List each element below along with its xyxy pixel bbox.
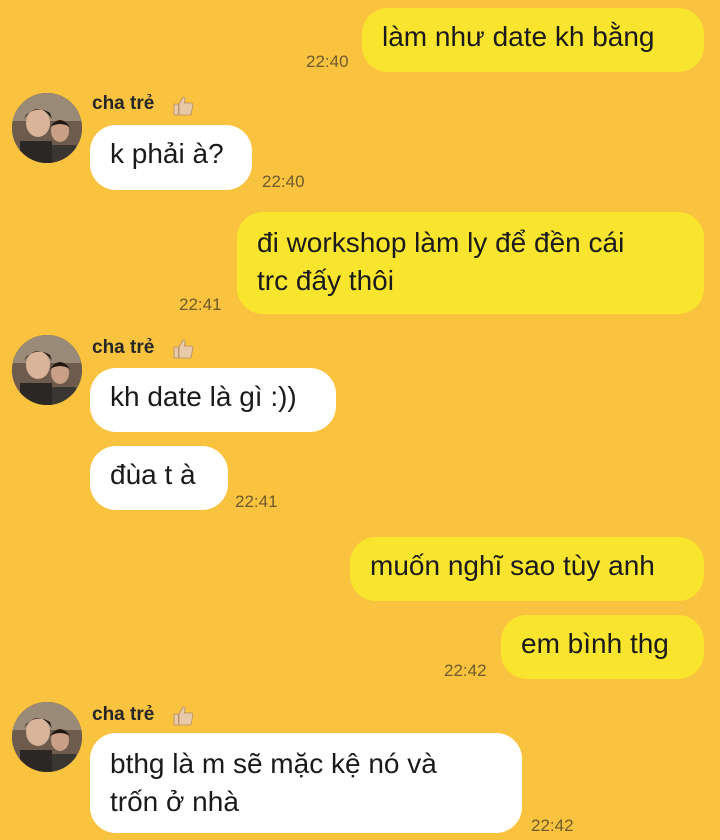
sender-name: cha trẻ [92,93,155,114]
avatar-photo [12,335,82,405]
received-message[interactable]: đùa t à [90,446,228,510]
message-line: đi workshop làm ly để đền cái [257,227,625,258]
sent-message[interactable]: em bình thg [501,615,704,679]
thumbs-up-icon [173,96,194,116]
message-line: bthg là m sẽ mặc kệ nó và [110,748,437,779]
avatar[interactable] [12,702,82,772]
avatar-photo [12,93,82,163]
sender-name: cha trẻ [92,704,155,725]
thumbs-up-icon [173,339,194,359]
message-time: 22:42 [531,816,574,835]
sent-message[interactable]: đi workshop làm ly để đền cái trc đấy th… [237,212,704,314]
received-message[interactable]: k phải à? [90,125,252,190]
avatar-photo [12,702,82,772]
avatar[interactable] [12,93,82,163]
message-time: 22:42 [444,661,487,680]
message-time: 22:41 [179,295,222,314]
message-time: 22:40 [262,172,305,191]
sent-message[interactable]: muốn nghĩ sao tùy anh [350,537,704,601]
message-line: trốn ở nhà [110,786,239,817]
message-line: trc đấy thôi [257,265,394,296]
avatar[interactable] [12,335,82,405]
thumbs-up-icon [173,706,194,726]
received-message[interactable]: kh date là gì :)) [90,368,336,432]
message-time: 22:40 [306,52,349,71]
sender-name: cha trẻ [92,337,155,358]
received-message[interactable]: bthg là m sẽ mặc kệ nó và trốn ở nhà [90,733,522,833]
message-time: 22:41 [235,492,278,511]
sent-message[interactable]: làm như date kh bằng [362,8,704,72]
